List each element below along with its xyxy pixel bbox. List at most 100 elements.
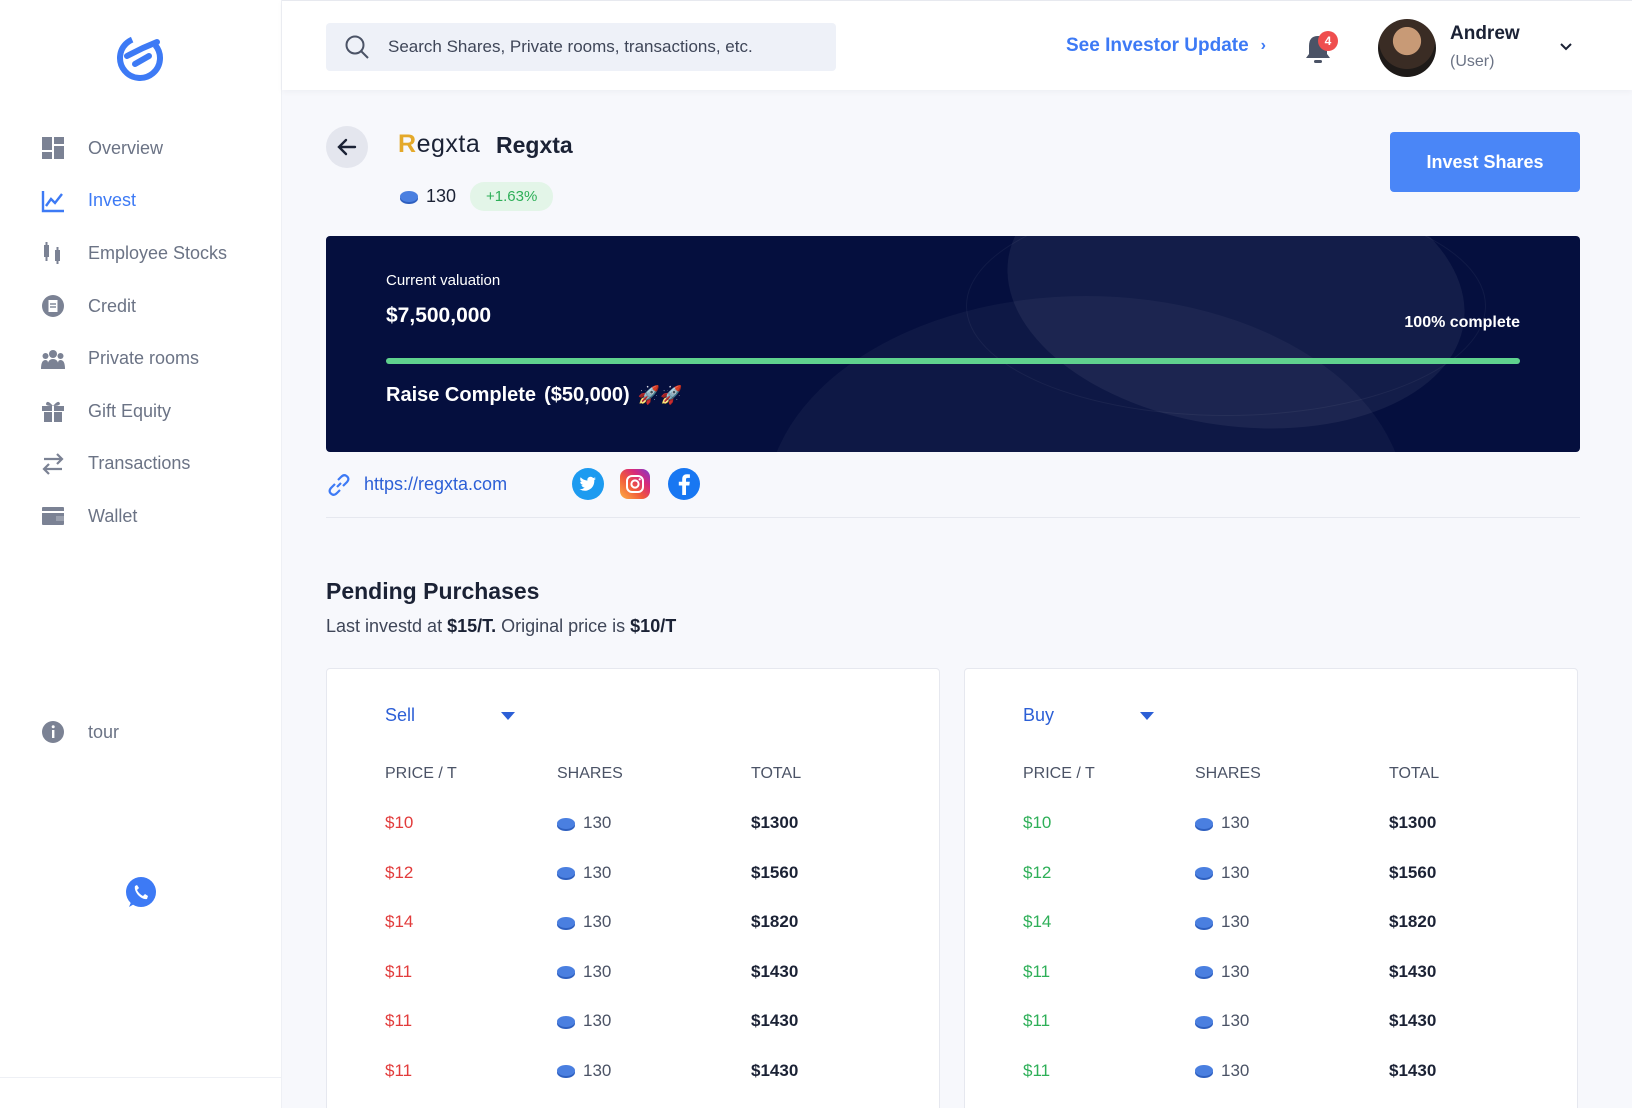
gift-icon	[40, 398, 66, 424]
raise-amount: ($50,000)	[544, 384, 630, 406]
back-button[interactable]	[326, 126, 368, 168]
sidebar-item-overview[interactable]: Overview	[0, 122, 282, 175]
raise-label: Raise Complete	[386, 384, 537, 406]
column-header-total: TOTAL	[751, 765, 802, 782]
row-price: $10	[385, 813, 414, 832]
coin-icon	[1195, 867, 1213, 878]
last-invested-price: $15/T.	[447, 616, 497, 636]
sidebar-item-label: tour	[88, 721, 120, 742]
table-row[interactable]: $10 130 $1300	[1023, 813, 1543, 839]
row-total: $1430	[1389, 1011, 1437, 1030]
row-shares-value: 130	[1221, 1060, 1250, 1080]
investor-update-label: See Investor Update	[1066, 35, 1249, 56]
row-shares: 130	[1195, 813, 1249, 833]
row-total: $1560	[1389, 862, 1437, 882]
row-price: $11	[385, 961, 413, 981]
link-icon	[328, 474, 350, 496]
investor-update-link[interactable]: See Investor Update ›	[1066, 35, 1266, 57]
website-link[interactable]: https://regxta.com	[364, 474, 507, 495]
sidebar-item-label: Wallet	[88, 505, 138, 526]
row-shares-value: 130	[1221, 813, 1250, 832]
top-header: See Investor Update › 4 Andrew (User)	[282, 0, 1632, 90]
pending-purchases-title: Pending Purchases	[326, 578, 540, 604]
row-price: $14	[385, 912, 414, 931]
row-shares: 130	[1195, 863, 1249, 883]
table-row[interactable]: $14 130 $1820	[1023, 912, 1543, 938]
column-header-price: PRICE / T	[1023, 765, 1095, 782]
chevron-down-icon[interactable]	[1558, 39, 1574, 55]
sell-dropdown[interactable]: Sell	[385, 705, 516, 726]
tour-section: tour	[0, 706, 282, 759]
row-shares: 130	[557, 962, 611, 982]
search-icon	[345, 35, 369, 59]
coin-icon	[557, 966, 575, 977]
table-row[interactable]: $11 130 $1430	[385, 1011, 905, 1037]
document-icon	[40, 293, 66, 319]
whatsapp-icon[interactable]	[124, 876, 158, 910]
column-header-shares: SHARES	[1195, 765, 1261, 782]
table-row[interactable]: $10 130 $1300	[385, 813, 905, 839]
row-total: $1300	[1389, 813, 1437, 832]
sidebar-item-credit[interactable]: Credit	[0, 280, 282, 333]
sidebar-item-label: Private rooms	[88, 348, 200, 369]
coin-icon	[1195, 916, 1213, 928]
table-row[interactable]: $12 130 $1560	[1023, 863, 1543, 889]
table-row[interactable]: $14 130 $1820	[385, 912, 905, 938]
candlestick-icon	[40, 240, 66, 266]
coin-icon	[1195, 966, 1213, 977]
sidebar-item-private-rooms[interactable]: Private rooms	[0, 332, 282, 385]
row-shares-value: 130	[1221, 961, 1250, 981]
row-price: $12	[1023, 862, 1052, 882]
rocket-icon: 🚀🚀	[637, 385, 683, 405]
sidebar-item-invest[interactable]: Invest	[0, 175, 282, 228]
row-shares: 130	[557, 912, 611, 932]
table-row[interactable]: $11 130 $1430	[1023, 1011, 1543, 1037]
sidebar-item-wallet[interactable]: Wallet	[0, 490, 282, 543]
buy-dropdown[interactable]: Buy	[1023, 705, 1155, 726]
sidebar-item-transactions[interactable]: Transactions	[0, 438, 282, 491]
coin-icon	[557, 1065, 575, 1076]
row-shares-value: 130	[583, 813, 612, 832]
instagram-icon[interactable]	[620, 469, 650, 499]
invest-shares-button[interactable]: Invest Shares	[1390, 132, 1580, 192]
coin-icon	[1195, 817, 1213, 829]
row-price: $11	[1023, 961, 1051, 981]
sidebar-item-employee-stocks[interactable]: Employee Stocks	[0, 227, 282, 280]
share-count: 130	[400, 186, 456, 207]
coin-icon	[557, 1015, 575, 1027]
avatar[interactable]	[1378, 19, 1436, 77]
user-name: Andrew	[1450, 23, 1520, 44]
row-shares-value: 130	[583, 912, 612, 931]
row-total: $1300	[751, 813, 799, 832]
row-price: $11	[1023, 1060, 1051, 1080]
sidebar-item-gift-equity[interactable]: Gift Equity	[0, 385, 282, 438]
company-name: Regxta	[496, 132, 573, 158]
table-row[interactable]: $11 130 $1430	[1023, 1061, 1543, 1087]
row-shares-value: 130	[1221, 1011, 1250, 1030]
subtitle-prefix: Last investd at	[326, 616, 448, 636]
sidebar-item-label: Credit	[88, 295, 137, 316]
row-total: $1430	[751, 1011, 799, 1030]
coin-icon	[557, 867, 575, 878]
share-count-value: 130	[426, 186, 457, 206]
progress-bar	[386, 358, 1520, 364]
coin-icon	[557, 916, 575, 928]
sidebar-item-tour[interactable]: tour	[0, 706, 282, 759]
search-input[interactable]	[388, 37, 808, 57]
search-bar	[326, 23, 836, 71]
app-logo-icon[interactable]	[113, 30, 167, 84]
company-logo-rest: egxta	[416, 130, 481, 158]
table-row[interactable]: $12 130 $1560	[385, 863, 905, 889]
row-price: $10	[1023, 813, 1052, 832]
table-row[interactable]: $11 130 $1430	[385, 962, 905, 988]
row-total: $1560	[751, 862, 799, 882]
row-price: $11	[1023, 1011, 1051, 1030]
valuation-label: Current valuation	[386, 272, 501, 289]
table-row[interactable]: $11 130 $1430	[1023, 962, 1543, 988]
facebook-icon[interactable]	[668, 468, 700, 500]
coin-icon	[1195, 1015, 1213, 1027]
row-shares: 130	[1195, 912, 1249, 932]
table-row[interactable]: $11 130 $1430	[385, 1061, 905, 1087]
row-total: $1820	[1389, 912, 1437, 931]
twitter-icon[interactable]	[572, 468, 604, 500]
